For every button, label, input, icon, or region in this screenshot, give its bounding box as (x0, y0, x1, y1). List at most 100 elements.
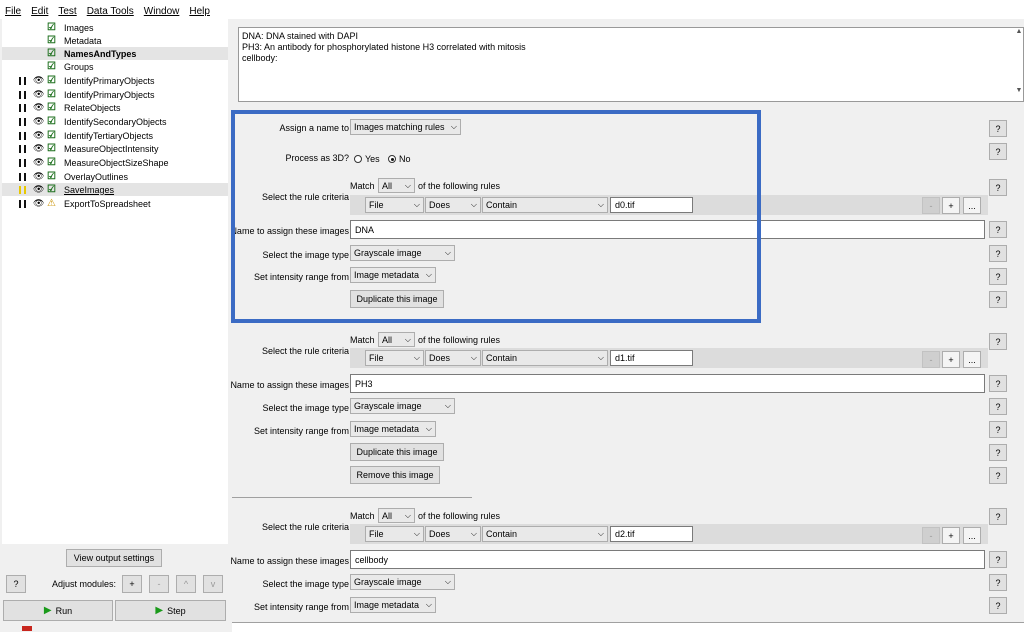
remove-image-button[interactable]: Remove this image (350, 466, 440, 484)
pipeline-item-namesandtypes[interactable]: ☑ NamesAndTypes (2, 47, 228, 60)
rule-value-input[interactable]: d1.tif (610, 350, 693, 366)
eye-icon[interactable]: 👁 (33, 130, 44, 141)
intensity-select[interactable]: Image metadata ⌵ (350, 597, 436, 613)
pipeline-item-module[interactable]: 👁 ☑ MeasureObjectIntensity (2, 142, 228, 155)
help-button[interactable]: ? (989, 398, 1007, 415)
check-icon[interactable]: ☑ (47, 75, 56, 86)
pipeline-item-module[interactable]: 👁 ☑ MeasureObjectSizeShape (2, 156, 228, 169)
check-icon[interactable]: ☑ (47, 48, 56, 59)
module-notes-textarea[interactable]: DNA: DNA stained with DAPI PH3: An antib… (238, 27, 1024, 102)
rule-operator-select[interactable]: Does ⌵ (425, 526, 481, 542)
help-button[interactable]: ? (989, 508, 1007, 525)
help-button[interactable]: ? (989, 245, 1007, 262)
image-type-select[interactable]: Grayscale image ⌵ (350, 574, 455, 590)
menu-window[interactable]: Window (139, 6, 185, 17)
help-button[interactable]: ? (989, 291, 1007, 308)
help-button[interactable]: ? (989, 179, 1007, 196)
intensity-select[interactable]: Image metadata ⌵ (350, 421, 436, 437)
check-icon[interactable]: ☑ (47, 171, 56, 182)
duplicate-image-button[interactable]: Duplicate this image (350, 443, 444, 461)
pipeline-item-module[interactable]: 👁 ☑ IdentifyPrimaryObjects (2, 74, 228, 87)
check-icon[interactable]: ☑ (47, 89, 56, 100)
name-input[interactable]: PH3 (350, 374, 985, 393)
help-button[interactable]: ? (989, 268, 1007, 285)
check-icon[interactable]: ☑ (47, 61, 56, 72)
menu-help[interactable]: Help (184, 6, 215, 17)
pause-icon[interactable] (19, 172, 26, 181)
move-down-button[interactable]: v (203, 575, 223, 593)
more-rule-button[interactable]: ... (963, 527, 981, 544)
rule-value-input[interactable]: d2.tif (610, 526, 693, 542)
menu-edit[interactable]: Edit (26, 6, 53, 17)
help-button[interactable]: ? (989, 333, 1007, 350)
pause-icon[interactable] (19, 117, 26, 126)
check-icon[interactable]: ☑ (47, 35, 56, 46)
rule-condition-select[interactable]: Contain ⌵ (482, 526, 608, 542)
help-button[interactable]: ? (989, 421, 1007, 438)
add-module-button[interactable]: + (122, 575, 142, 593)
menu-test[interactable]: Test (53, 6, 81, 17)
help-button[interactable]: ? (989, 597, 1007, 614)
move-up-button[interactable]: ^ (176, 575, 196, 593)
help-button[interactable]: ? (989, 221, 1007, 238)
eye-icon[interactable]: 👁 (33, 171, 44, 182)
step-button[interactable]: ▶ Step (115, 600, 226, 621)
pause-icon[interactable] (19, 185, 26, 194)
pipeline-item-module[interactable]: 👁 ☑ IdentifyTertiaryObjects (2, 129, 228, 142)
notes-scrollbar[interactable]: ▲ ▼ (1015, 28, 1023, 101)
pipeline-item-module[interactable]: 👁 ☑ SaveImages (2, 183, 228, 196)
eye-icon[interactable]: 👁 (33, 143, 44, 154)
more-rule-button[interactable]: ... (963, 197, 981, 214)
eye-icon[interactable]: 👁 (33, 184, 44, 195)
help-button[interactable]: ? (989, 551, 1007, 568)
rule-operator-select[interactable]: Does ⌵ (425, 350, 481, 366)
pipeline-item-groups[interactable]: ☑ Groups (2, 60, 228, 73)
rule-subject-select[interactable]: File ⌵ (365, 526, 424, 542)
remove-rule-button[interactable]: - (922, 351, 940, 368)
pause-icon[interactable] (19, 144, 26, 153)
pipeline-item-images[interactable]: ☑ Images (2, 21, 228, 34)
check-icon[interactable]: ☑ (47, 143, 56, 154)
name-input[interactable]: cellbody (350, 550, 985, 569)
help-button[interactable]: ? (6, 575, 26, 593)
pause-icon[interactable] (19, 103, 26, 112)
eye-icon[interactable]: 👁 (33, 75, 44, 86)
run-button[interactable]: ▶ Run (3, 600, 113, 621)
match-select[interactable]: All ⌵ (378, 332, 415, 347)
rule-subject-select[interactable]: File ⌵ (365, 350, 424, 366)
pause-icon[interactable] (19, 158, 26, 167)
add-rule-button[interactable]: + (942, 197, 960, 214)
check-icon[interactable]: ☑ (47, 22, 56, 33)
menu-data-tools[interactable]: Data Tools (82, 6, 139, 17)
help-button[interactable]: ? (989, 444, 1007, 461)
eye-icon[interactable]: 👁 (33, 102, 44, 113)
remove-module-button[interactable]: - (149, 575, 169, 593)
more-rule-button[interactable]: ... (963, 351, 981, 368)
eye-icon[interactable]: 👁 (33, 89, 44, 100)
check-icon[interactable]: ☑ (47, 102, 56, 113)
pause-icon[interactable] (19, 131, 26, 140)
pause-icon[interactable] (19, 90, 26, 99)
remove-rule-button[interactable]: - (922, 197, 940, 214)
pause-icon[interactable] (19, 199, 26, 208)
pipeline-item-module[interactable]: 👁 ⚠ ExportToSpreadsheet (2, 197, 228, 210)
help-button[interactable]: ? (989, 467, 1007, 484)
check-icon[interactable]: ☑ (47, 157, 56, 168)
help-button[interactable]: ? (989, 143, 1007, 160)
help-button[interactable]: ? (989, 120, 1007, 137)
check-icon[interactable]: ☑ (47, 130, 56, 141)
menu-file[interactable]: File (0, 6, 26, 17)
pipeline-item-metadata[interactable]: ☑ Metadata (2, 34, 228, 47)
pipeline-item-module[interactable]: 👁 ☑ IdentifyPrimaryObjects (2, 88, 228, 101)
eye-icon[interactable]: 👁 (33, 198, 44, 209)
match-select[interactable]: All ⌵ (378, 508, 415, 523)
pipeline-item-module[interactable]: 👁 ☑ RelateObjects (2, 101, 228, 114)
image-type-select[interactable]: Grayscale image ⌵ (350, 398, 455, 414)
check-icon[interactable]: ☑ (47, 116, 56, 127)
add-rule-button[interactable]: + (942, 527, 960, 544)
remove-rule-button[interactable]: - (922, 527, 940, 544)
help-button[interactable]: ? (989, 375, 1007, 392)
pause-icon[interactable] (19, 76, 26, 85)
check-icon[interactable]: ☑ (47, 184, 56, 195)
pipeline-item-module[interactable]: 👁 ☑ IdentifySecondaryObjects (2, 115, 228, 128)
